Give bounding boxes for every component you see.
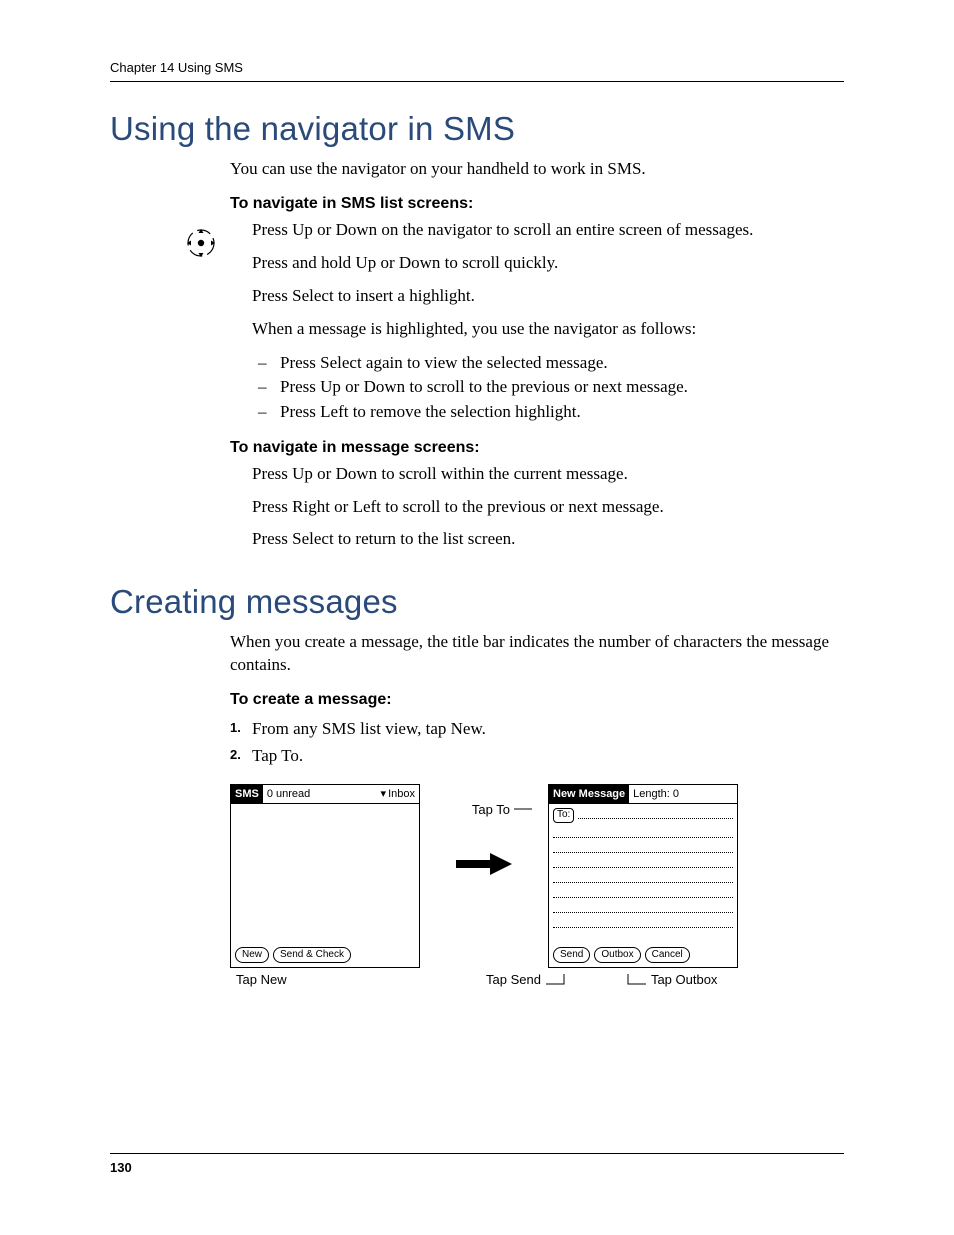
message-line[interactable] bbox=[553, 857, 733, 868]
paragraph: Press Right or Left to scroll to the pre… bbox=[252, 496, 844, 519]
subhead-create-message: To create a message: bbox=[230, 691, 844, 709]
app-title: New Message bbox=[549, 785, 629, 803]
arrow-right-icon bbox=[456, 853, 512, 880]
message-line[interactable] bbox=[553, 887, 733, 898]
paragraph: Press Select to return to the list scree… bbox=[252, 528, 844, 551]
step: Tap To. bbox=[230, 742, 844, 769]
pda-new-message: New Message Length: 0 To: bbox=[548, 784, 738, 968]
to-field[interactable] bbox=[578, 812, 733, 819]
step: From any SMS list view, tap New. bbox=[230, 715, 844, 742]
intro-paragraph: When you create a message, the title bar… bbox=[230, 631, 844, 677]
bullet: Press Left to remove the selection highl… bbox=[252, 400, 844, 425]
callout-line-icon bbox=[514, 804, 532, 814]
section-title-creating: Creating messages bbox=[110, 583, 844, 621]
section-title-navigator: Using the navigator in SMS bbox=[110, 110, 844, 148]
pda-sms-list: SMS 0 unread ▾ Inbox New Send & Check bbox=[230, 784, 420, 968]
outbox-button[interactable]: Outbox bbox=[594, 947, 640, 963]
message-line[interactable] bbox=[553, 872, 733, 883]
message-line[interactable] bbox=[553, 902, 733, 913]
navigator-icon bbox=[184, 226, 218, 265]
subhead-message-screens: To navigate in message screens: bbox=[230, 439, 844, 457]
callout-line-icon bbox=[626, 972, 648, 986]
cancel-button[interactable]: Cancel bbox=[645, 947, 690, 963]
paragraph: Press and hold Up or Down to scroll quic… bbox=[252, 252, 844, 275]
length-label: Length: 0 bbox=[629, 788, 737, 800]
message-line[interactable] bbox=[553, 917, 733, 928]
bullet: Press Up or Down to scroll to the previo… bbox=[252, 375, 844, 400]
dropdown-triangle-icon: ▾ bbox=[381, 787, 387, 800]
subhead-list-screens: To navigate in SMS list screens: bbox=[230, 195, 844, 213]
new-button[interactable]: New bbox=[235, 947, 269, 963]
callout-tap-to: Tap To bbox=[472, 802, 510, 817]
message-line[interactable] bbox=[553, 827, 733, 838]
unread-status: 0 unread bbox=[263, 788, 381, 800]
caption-tap-new: Tap New bbox=[236, 972, 420, 987]
running-header: Chapter 14 Using SMS bbox=[110, 60, 844, 82]
paragraph: When a message is highlighted, you use t… bbox=[252, 318, 844, 341]
message-line[interactable] bbox=[553, 842, 733, 853]
caption-tap-outbox: Tap Outbox bbox=[651, 972, 718, 987]
intro-paragraph: You can use the navigator on your handhe… bbox=[230, 158, 844, 181]
to-button[interactable]: To: bbox=[553, 808, 574, 823]
send-button[interactable]: Send bbox=[553, 947, 590, 963]
app-title: SMS bbox=[231, 785, 263, 803]
caption-tap-send: Tap Send bbox=[486, 972, 541, 987]
page-number: 130 bbox=[110, 1153, 844, 1175]
callout-line-icon bbox=[544, 972, 566, 986]
figure: SMS 0 unread ▾ Inbox New Send & Check Ta… bbox=[230, 784, 844, 987]
send-check-button[interactable]: Send & Check bbox=[273, 947, 351, 963]
bullet: Press Select again to view the selected … bbox=[252, 351, 844, 376]
paragraph: Press Up or Down on the navigator to scr… bbox=[252, 219, 844, 242]
paragraph: Press Up or Down to scroll within the cu… bbox=[252, 463, 844, 486]
paragraph: Press Select to insert a highlight. bbox=[252, 285, 844, 308]
folder-label: Inbox bbox=[388, 788, 415, 800]
